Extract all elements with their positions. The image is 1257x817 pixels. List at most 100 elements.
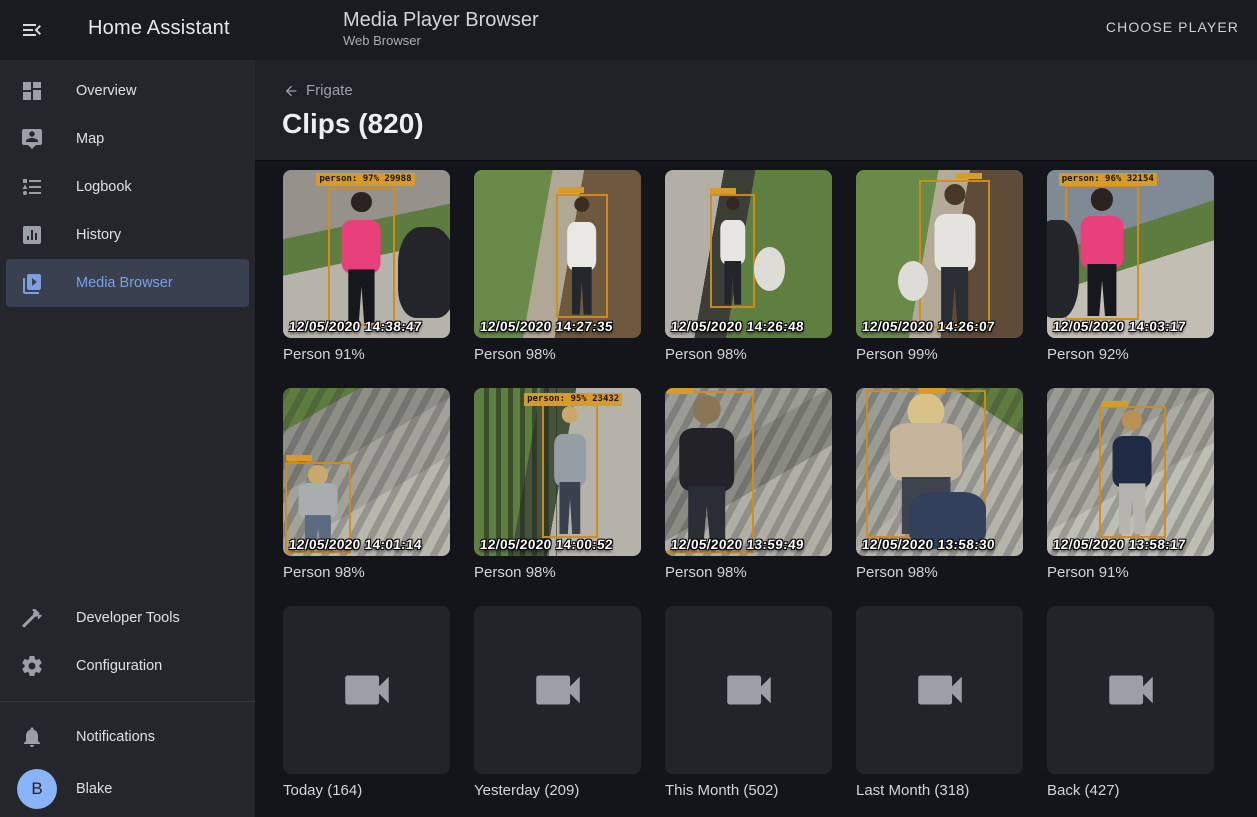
clip-card[interactable]: person: 97% 29988 12/05/2020 14:38:47 Pe…	[283, 170, 450, 363]
folder-thumbnail	[1047, 606, 1214, 774]
timestamp-overlay: 12/05/2020 14:03:17	[1052, 319, 1186, 334]
sidebar-item-history[interactable]: History	[6, 211, 249, 259]
person-figure	[921, 182, 987, 326]
video-camera-icon	[529, 661, 587, 719]
sidebar-item-configuration[interactable]: Configuration	[6, 642, 249, 690]
clip-thumbnail: 12/05/2020 14:01:14	[283, 388, 450, 556]
clip-thumbnail: person: 95% 23432 12/05/2020 14:00:52	[474, 388, 641, 556]
detection-chip	[667, 388, 693, 394]
clip-card[interactable]: 12/05/2020 14:27:35 Person 98%	[474, 170, 641, 363]
scene-prop	[1047, 220, 1079, 317]
clip-card[interactable]: person: 96% 32154 12/05/2020 14:03:17 Pe…	[1047, 170, 1214, 363]
breadcrumb-label: Frigate	[306, 82, 353, 99]
chart-box-icon	[20, 223, 44, 247]
video-camera-icon	[338, 661, 396, 719]
choose-player-button[interactable]: CHOOSE PLAYER	[1106, 19, 1239, 35]
clip-caption: Person 98%	[665, 346, 832, 363]
timestamp-overlay: 12/05/2020 13:58:30	[861, 537, 995, 552]
sidebar-item-notifications[interactable]: Notifications	[6, 713, 249, 761]
sidebar-item-label: Notifications	[76, 729, 155, 745]
clip-caption: Person 98%	[474, 564, 641, 581]
detection-bounding-box	[542, 403, 597, 537]
sidebar-item-media-browser[interactable]: Media Browser	[6, 259, 249, 307]
person-figure	[544, 405, 595, 535]
play-box-multiple-icon	[20, 271, 44, 295]
format-list-bulleted-icon	[20, 175, 44, 199]
clip-thumbnail: person: 96% 32154 12/05/2020 14:03:17	[1047, 170, 1214, 338]
detection-bounding-box	[919, 180, 989, 328]
clip-card[interactable]: 12/05/2020 14:26:07 Person 99%	[856, 170, 1023, 363]
sidebar-item-user[interactable]: B Blake	[6, 761, 249, 817]
menu-open-icon[interactable]	[20, 18, 44, 42]
scene-prop	[398, 227, 450, 318]
page-heading: Clips (820)	[282, 108, 424, 140]
clip-card[interactable]: 12/05/2020 13:58:17 Person 91%	[1047, 388, 1214, 581]
arrow-left-icon	[283, 83, 299, 99]
folder-card[interactable]: Today (164)	[283, 606, 450, 799]
user-name: Blake	[76, 781, 112, 797]
view-dashboard-icon	[20, 79, 44, 103]
person-figure	[330, 190, 393, 324]
content-header: Frigate Clips (820)	[255, 60, 1257, 161]
timestamp-overlay: 12/05/2020 14:26:07	[861, 319, 995, 334]
clip-caption: Person 92%	[1047, 346, 1214, 363]
clip-card[interactable]: 12/05/2020 14:01:14 Person 98%	[283, 388, 450, 581]
tooltip-account-icon	[20, 127, 44, 151]
clip-caption: Person 98%	[856, 564, 1023, 581]
clip-thumbnail: 12/05/2020 13:58:17	[1047, 388, 1214, 556]
sidebar-item-logbook[interactable]: Logbook	[6, 163, 249, 211]
folder-card[interactable]: Yesterday (209)	[474, 606, 641, 799]
folder-card[interactable]: This Month (502)	[665, 606, 832, 799]
timestamp-overlay: 12/05/2020 14:27:35	[479, 319, 613, 334]
app-title: Home Assistant	[88, 17, 230, 40]
scene-prop	[898, 261, 928, 301]
clip-thumbnail: 12/05/2020 14:26:48	[665, 170, 832, 338]
timestamp-overlay: 12/05/2020 13:59:49	[670, 537, 804, 552]
folder-caption: Yesterday (209)	[474, 782, 641, 799]
detection-bounding-box	[328, 188, 395, 326]
content-body: person: 97% 29988 12/05/2020 14:38:47 Pe…	[255, 162, 1257, 817]
clip-card[interactable]: 12/05/2020 14:26:48 Person 98%	[665, 170, 832, 363]
clip-thumbnail: 12/05/2020 13:58:30	[856, 388, 1023, 556]
avatar: B	[17, 769, 57, 809]
sidebar-item-overview[interactable]: Overview	[6, 67, 249, 115]
sidebar-divider	[0, 701, 255, 702]
clips-grid: person: 97% 29988 12/05/2020 14:38:47 Pe…	[283, 170, 1257, 799]
clip-card[interactable]: person: 95% 23432 12/05/2020 14:00:52 Pe…	[474, 388, 641, 581]
folder-caption: Last Month (318)	[856, 782, 1023, 799]
gear-icon	[20, 654, 44, 678]
folder-caption: This Month (502)	[665, 782, 832, 799]
sidebar-item-label: Map	[76, 131, 104, 147]
detection-chip	[956, 173, 982, 179]
folder-card[interactable]: Last Month (318)	[856, 606, 1023, 799]
clip-thumbnail: person: 97% 29988 12/05/2020 14:38:47	[283, 170, 450, 338]
person-figure	[1101, 408, 1164, 535]
folder-caption: Today (164)	[283, 782, 450, 799]
clip-caption: Person 91%	[283, 346, 450, 363]
detection-chip	[919, 388, 945, 394]
breadcrumb[interactable]: Frigate	[283, 82, 353, 99]
detection-chip	[710, 188, 736, 194]
detection-bounding-box	[1099, 406, 1166, 537]
timestamp-overlay: 12/05/2020 14:38:47	[288, 319, 422, 334]
clip-thumbnail: 12/05/2020 14:27:35	[474, 170, 641, 338]
detection-chip	[286, 455, 312, 461]
video-camera-icon	[720, 661, 778, 719]
sidebar-item-label: Overview	[76, 83, 136, 99]
folder-caption: Back (427)	[1047, 782, 1214, 799]
folder-card[interactable]: Back (427)	[1047, 606, 1214, 799]
detection-bounding-box	[710, 194, 755, 308]
sidebar-item-developer-tools[interactable]: Developer Tools	[6, 594, 249, 642]
detection-bounding-box	[665, 391, 754, 552]
clip-card[interactable]: 12/05/2020 13:58:30 Person 98%	[856, 388, 1023, 581]
detection-chip	[1102, 401, 1128, 407]
clip-card[interactable]: 12/05/2020 13:59:49 Person 98%	[665, 388, 832, 581]
folder-thumbnail	[665, 606, 832, 774]
clip-caption: Person 98%	[283, 564, 450, 581]
scene-prop	[754, 247, 786, 291]
detection-bounding-box	[556, 194, 608, 318]
sidebar-item-map[interactable]: Map	[6, 115, 249, 163]
timestamp-overlay: 12/05/2020 14:26:48	[670, 319, 804, 334]
person-figure	[558, 196, 606, 316]
timestamp-overlay: 12/05/2020 14:00:52	[479, 537, 613, 552]
